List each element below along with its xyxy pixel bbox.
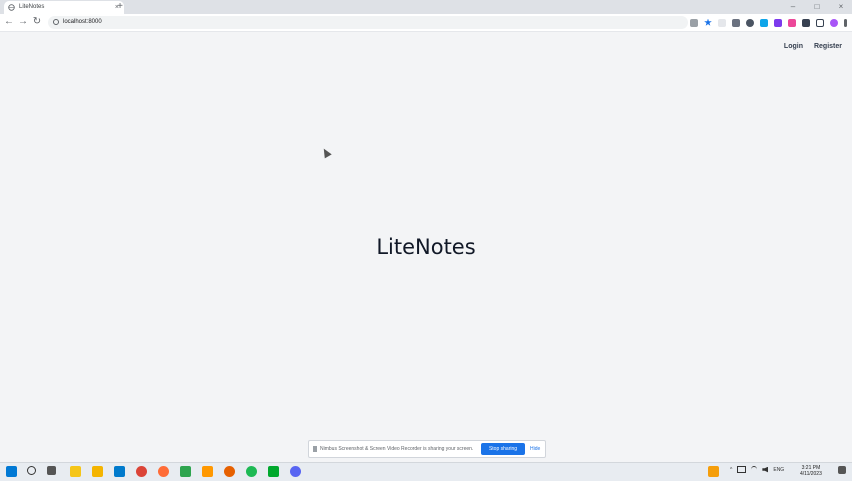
clock[interactable]: 3:21 PM 4/11/2023 [800, 465, 822, 477]
register-link[interactable]: Register [814, 43, 842, 50]
extension-icon[interactable] [718, 18, 726, 27]
language-indicator[interactable]: ENG [773, 467, 784, 473]
file-explorer-icon[interactable] [92, 466, 103, 477]
volume-icon[interactable] [762, 466, 769, 473]
stop-sharing-button[interactable]: Stop sharing [481, 443, 525, 455]
back-button[interactable]: ← [3, 16, 15, 28]
system-tray: ^ ENG [730, 466, 784, 473]
chrome-icon[interactable] [136, 466, 147, 477]
spotify-icon[interactable] [246, 466, 257, 477]
address-bar-url: localhost:8000 [63, 19, 102, 25]
vscode-icon[interactable] [114, 466, 125, 477]
page-title: LiteNotes [376, 235, 476, 259]
evernote-icon[interactable] [268, 466, 279, 477]
tray-app-icon[interactable] [708, 466, 719, 477]
screen-sharing-banner: Nimbus Screenshot & Screen Video Recorde… [308, 440, 546, 458]
task-view-icon[interactable] [47, 466, 56, 475]
maximize-button[interactable]: □ [810, 1, 824, 13]
address-bar[interactable]: localhost:8000 [48, 16, 688, 29]
notification-icon[interactable] [838, 466, 846, 474]
extension-icon[interactable] [774, 18, 782, 27]
firefox-icon[interactable] [224, 466, 235, 477]
browser-title-bar: LiteNotes × + – □ × [0, 0, 852, 14]
windows-start-icon[interactable] [6, 466, 17, 477]
globe-icon [8, 4, 15, 11]
browser-toolbar: ← → ↻ localhost:8000 [0, 14, 852, 32]
drag-handle-icon[interactable] [313, 446, 317, 452]
new-tab-button[interactable]: + [114, 1, 126, 13]
share-icon[interactable] [690, 18, 698, 27]
extensions-row [690, 17, 847, 28]
mouse-cursor [320, 146, 332, 159]
close-window-button[interactable]: × [834, 1, 848, 13]
battery-icon[interactable] [737, 466, 747, 473]
discord-icon[interactable] [290, 466, 301, 477]
star-icon[interactable] [704, 18, 712, 26]
git-icon[interactable] [180, 466, 191, 477]
hide-button[interactable]: Hide [530, 441, 540, 457]
sublime-icon[interactable] [202, 466, 213, 477]
extension-icon[interactable] [788, 18, 796, 27]
forward-button[interactable]: → [17, 16, 29, 28]
reload-button[interactable]: ↻ [31, 16, 43, 28]
chevron-up-icon[interactable]: ^ [730, 467, 732, 473]
postman-icon[interactable] [158, 466, 169, 477]
sharing-message: Nimbus Screenshot & Screen Video Recorde… [320, 446, 474, 452]
puzzle-icon[interactable] [802, 18, 810, 27]
minimize-button[interactable]: – [786, 1, 800, 13]
auth-nav: Login Register [784, 43, 842, 50]
extension-icon[interactable] [732, 18, 740, 27]
clock-date: 4/11/2023 [800, 471, 822, 477]
sticky-notes-icon[interactable] [70, 466, 81, 477]
wifi-icon[interactable] [751, 466, 758, 473]
browser-tab[interactable]: LiteNotes × [4, 1, 124, 14]
profile-avatar[interactable] [830, 18, 838, 27]
page-body: Login Register LiteNotes [0, 32, 852, 462]
extension-icon[interactable] [746, 18, 754, 27]
sidepanel-icon[interactable] [816, 18, 824, 27]
tab-title: LiteNotes [19, 4, 45, 10]
site-info-icon[interactable] [53, 19, 59, 25]
search-icon[interactable] [27, 466, 36, 475]
taskbar: ^ ENG 3:21 PM 4/11/2023 [0, 462, 852, 481]
window-controls: – □ × [786, 1, 848, 13]
extension-icon[interactable] [760, 18, 768, 27]
menu-icon[interactable] [844, 18, 847, 27]
login-link[interactable]: Login [784, 43, 803, 50]
